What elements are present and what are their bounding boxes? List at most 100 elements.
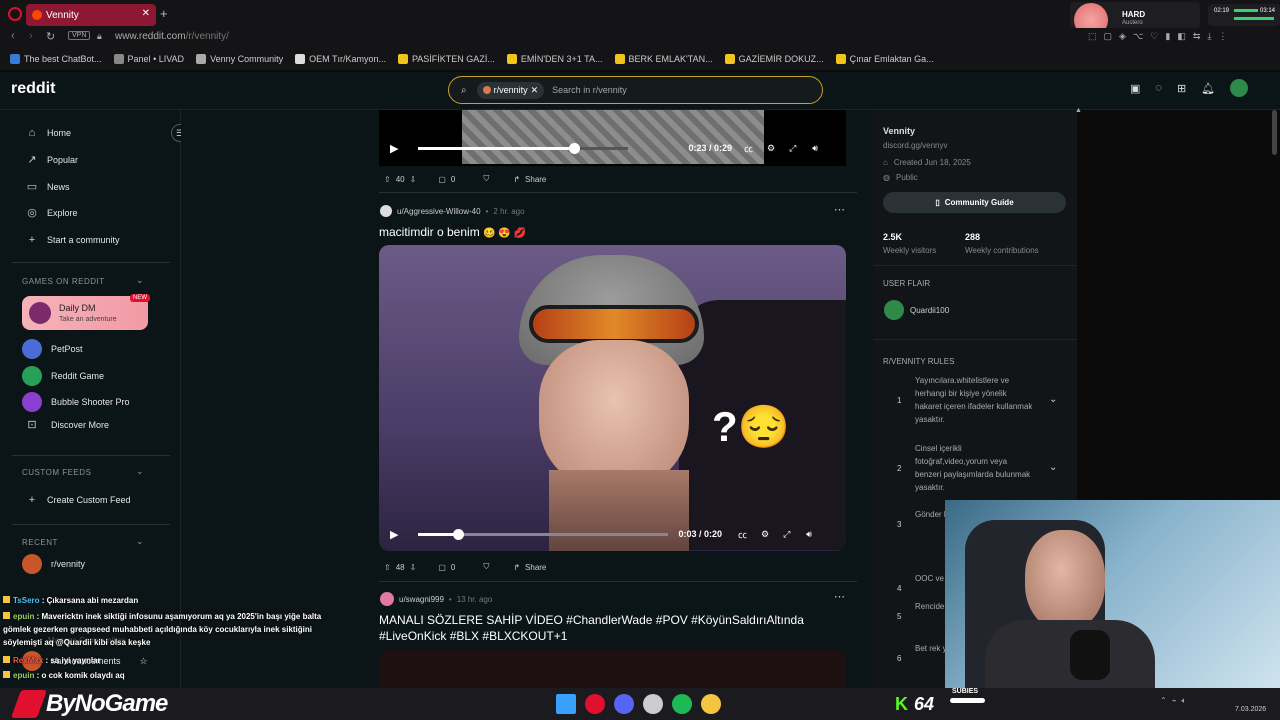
post-overflow-menu[interactable]: ⋯	[834, 203, 845, 216]
sidebar-item-start-a-community[interactable]: + Start a community	[26, 234, 120, 246]
rule-text: Cinsel içerikli fotoğraf,video,yorum vey…	[915, 444, 1031, 492]
award-button[interactable]: ⛉	[483, 562, 489, 572]
play-icon[interactable]: ▶	[390, 142, 398, 155]
chat-icon[interactable]: ◌	[1155, 82, 1162, 97]
close-tab-icon[interactable]: ✕	[142, 8, 150, 19]
captions-icon[interactable]: ㏄	[738, 528, 747, 541]
video-seek-bar[interactable]	[418, 528, 669, 540]
upvote-icon[interactable]: ⇧	[384, 175, 391, 184]
seek-handle[interactable]	[453, 528, 465, 540]
opera-menu-icon[interactable]	[8, 7, 22, 21]
opera-icon[interactable]	[585, 694, 605, 714]
discord-icon[interactable]	[614, 694, 634, 714]
fullscreen-icon[interactable]: ⤢	[783, 529, 790, 540]
chevron-down-icon[interactable]: ⌄	[1049, 462, 1057, 473]
back-icon[interactable]: ‹	[11, 30, 15, 42]
chevron-down-icon[interactable]: ⌄	[136, 275, 144, 286]
post-overflow-menu[interactable]: ⋯	[834, 590, 845, 603]
award-icon: ⛉	[483, 562, 490, 571]
seek-handle[interactable]	[568, 142, 580, 154]
bookmark-label: OEM Tır/Kamyon...	[309, 54, 386, 64]
bookmark-item[interactable]: GAZİEMİR DOKUZ...	[719, 54, 830, 64]
post-media-preview[interactable]	[379, 650, 846, 690]
spotify-icon[interactable]	[672, 694, 692, 714]
chevron-down-icon[interactable]: ⌄	[136, 536, 144, 547]
featured-game-daily-dm[interactable]: Daily DM Take an adventure NEW	[22, 294, 150, 330]
share-label: Share	[525, 174, 547, 184]
video-seek-bar[interactable]	[418, 142, 629, 154]
post-video[interactable]: ?😔 ▶ 0:03 / 0:20 ㏄ ⚙ ⤢ 🔊︎	[379, 245, 846, 551]
system-tray[interactable]: ⌃⌁🔈︎	[1160, 696, 1191, 706]
browser-extension-icons[interactable]: ⬚▢◈⌥♡▮◧⇆⤓⋮	[1088, 31, 1234, 42]
sidebar-item-home[interactable]: ⌂ Home	[26, 127, 71, 139]
flair-user[interactable]: Quardii100	[910, 306, 949, 315]
sidebar-item-explore[interactable]: ◎ Explore	[26, 207, 77, 219]
community-search-chip[interactable]: r/vennity ✕	[476, 81, 545, 99]
remove-chip-icon[interactable]: ✕	[531, 85, 539, 96]
browser-tab[interactable]: Vennity ✕	[26, 4, 156, 26]
reddit-logo[interactable]: reddit	[11, 80, 55, 98]
downvote-icon[interactable]: ⇩	[410, 175, 417, 184]
game-item-bubble-shooter-pro[interactable]: Bubble Shooter Pro	[22, 392, 130, 412]
windows-start-icon[interactable]	[556, 694, 576, 714]
page-scrollbar[interactable]	[1272, 110, 1277, 155]
post-author[interactable]: u/Aggressive-Willow-40	[397, 207, 481, 216]
bookmark-item[interactable]: Panel • LIVAD	[108, 54, 191, 64]
obs-icon[interactable]	[643, 694, 663, 714]
play-icon[interactable]: ▶	[390, 528, 398, 541]
notifications-icon[interactable]: 🔔︎	[1201, 82, 1215, 97]
chevron-down-icon[interactable]: ⌄	[136, 466, 144, 477]
search-icon: ⌕	[461, 84, 467, 96]
file-explorer-icon[interactable]	[701, 694, 721, 714]
bookmark-item[interactable]: EMİN'DEN 3+1 TA...	[501, 54, 609, 64]
search-bar[interactable]: ⌕ r/vennity ✕ Search in r/vennity	[448, 76, 823, 104]
vpn-badge[interactable]: VPN	[68, 31, 91, 40]
author-avatar[interactable]	[380, 592, 394, 606]
upvote-icon[interactable]: ⇧	[384, 563, 391, 572]
bookmark-label: BERK EMLAK'TAN...	[628, 54, 713, 64]
chevron-down-icon[interactable]: ⌄	[1049, 394, 1057, 405]
post-title[interactable]: macitimdir o benim 🥴 😍 💋	[379, 225, 526, 239]
bookmark-item[interactable]: OEM Tır/Kamyon...	[289, 54, 392, 64]
media-widget[interactable]: HARD Austero	[1070, 2, 1200, 37]
forward-icon[interactable]: ›	[29, 30, 33, 42]
create-post-icon[interactable]: ⊞	[1177, 82, 1186, 97]
post-title[interactable]: MANALI SÖZLERE SAHİP VİDEO #ChandlerWade…	[379, 612, 809, 644]
create-custom-feed[interactable]: + Create Custom Feed	[26, 494, 131, 506]
game-item-petpost[interactable]: PetPost	[22, 339, 83, 359]
new-tab-icon[interactable]: +	[160, 6, 168, 21]
user-avatar[interactable]	[1230, 79, 1249, 97]
author-avatar[interactable]	[380, 205, 392, 217]
share-button[interactable]: ↱ Share	[513, 562, 546, 572]
advertise-icon[interactable]: ▣	[1130, 82, 1140, 97]
url-field[interactable]: www.reddit.com/r/vennity/	[115, 31, 229, 42]
settings-gear-icon[interactable]: ⚙	[761, 529, 769, 540]
downvote-icon[interactable]: ⇩	[410, 563, 417, 572]
fullscreen-icon[interactable]: ⤢	[789, 143, 796, 154]
bookmark-item[interactable]: Çınar Emlaktan Ga...	[830, 54, 940, 64]
reload-icon[interactable]: ↻	[46, 30, 55, 43]
community-link[interactable]: discord.gg/vennyv	[883, 141, 947, 150]
game-item-discover-more[interactable]: ⊡ Discover More	[22, 419, 109, 431]
home-icon: ⌂	[28, 127, 36, 139]
award-button[interactable]: ⛉	[483, 174, 489, 184]
bookmark-item[interactable]: The best ChatBot...	[0, 54, 108, 64]
settings-gear-icon[interactable]: ⚙	[767, 143, 775, 154]
scroll-up-icon[interactable]: ▲	[1075, 107, 1082, 114]
community-guide-button[interactable]: ▯ Community Guide	[883, 192, 1066, 213]
comments-button[interactable]: ▢ 0	[438, 174, 455, 184]
share-button[interactable]: ↱ Share	[513, 174, 546, 184]
bookmark-item[interactable]: BERK EMLAK'TAN...	[609, 54, 719, 64]
volume-icon[interactable]: 🔊︎	[806, 529, 812, 540]
sidebar-item-news[interactable]: ▭ News	[26, 181, 70, 193]
sidebar-item-popular[interactable]: ↗ Popular	[26, 154, 78, 166]
recent-item[interactable]: r/vennity	[22, 554, 85, 574]
post-age: 13 hr. ago	[456, 594, 493, 604]
post-author[interactable]: u/swagni999	[399, 595, 444, 604]
captions-icon[interactable]: ㏄	[744, 142, 753, 155]
game-item-reddit-game[interactable]: Reddit Game	[22, 366, 104, 386]
comments-button[interactable]: ▢ 0	[438, 562, 455, 572]
bookmark-item[interactable]: Venny Community	[190, 54, 289, 64]
volume-icon[interactable]: 🔊︎	[812, 143, 818, 154]
bookmark-item[interactable]: PASİFİKTEN GAZİ...	[392, 54, 501, 64]
